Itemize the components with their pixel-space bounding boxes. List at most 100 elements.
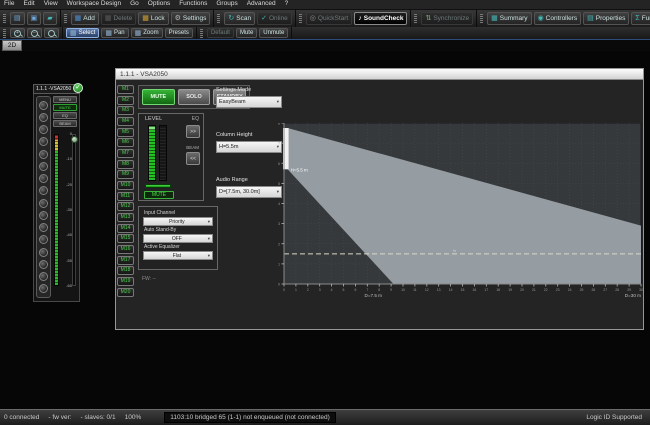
module-button-m19[interactable]: M19 bbox=[117, 277, 134, 286]
mute-button[interactable]: MUTE bbox=[142, 89, 175, 105]
level-mute-button[interactable]: MUTE bbox=[144, 191, 174, 199]
gain-fader-track[interactable] bbox=[72, 134, 76, 286]
zoom-in-button[interactable]: + bbox=[10, 28, 25, 38]
solo-button[interactable]: SOLO bbox=[178, 89, 211, 105]
module-button-m11[interactable]: M11 bbox=[117, 192, 134, 201]
device-window-titlebar[interactable]: 1.1.1 - VSA2050 bbox=[116, 69, 643, 80]
functions-button[interactable]: ΣFunctions bbox=[631, 12, 650, 25]
speaker-driver bbox=[39, 223, 48, 232]
toolbar-grip[interactable] bbox=[3, 29, 6, 38]
device-strip-title: 1.1.1 -VSA2050 bbox=[36, 86, 71, 92]
toolbar-grip[interactable] bbox=[299, 14, 302, 23]
beam-select-settings-mode[interactable]: EasyBeam▾ bbox=[216, 96, 282, 108]
toolbar-grip[interactable] bbox=[480, 14, 483, 23]
module-button-m18[interactable]: M18 bbox=[117, 266, 134, 275]
menu-item-workspace-design[interactable]: Workspace Design bbox=[67, 1, 121, 8]
module-button-m4[interactable]: M4 bbox=[117, 117, 134, 126]
menu-item-go[interactable]: Go bbox=[130, 1, 139, 8]
unmute-button[interactable]: Unmute bbox=[259, 28, 288, 38]
properties-button[interactable]: ▤Properties bbox=[583, 12, 629, 25]
add-button[interactable]: ▦Add bbox=[71, 12, 99, 25]
controllers-button[interactable]: ◉Controllers bbox=[534, 12, 582, 25]
chevron-down-icon: ▾ bbox=[208, 253, 210, 259]
speaker-driver bbox=[39, 125, 48, 134]
module-button-m17[interactable]: M17 bbox=[117, 256, 134, 265]
module-button-m12[interactable]: M12 bbox=[117, 202, 134, 211]
presets-button[interactable]: Presets bbox=[165, 28, 193, 38]
menu-item-options[interactable]: Options bbox=[148, 1, 170, 8]
output-level-meter bbox=[148, 125, 156, 181]
toolbar-grip[interactable] bbox=[414, 14, 417, 23]
toolbar-group-network: ↻Scan✓Online bbox=[214, 10, 295, 27]
toolbar-grip[interactable] bbox=[217, 14, 220, 23]
grid-delete-icon: ▦ bbox=[105, 15, 112, 22]
delete-button[interactable]: ▦Delete bbox=[101, 12, 136, 25]
module-button-m16[interactable]: M16 bbox=[117, 245, 134, 254]
module-button-m15[interactable]: M15 bbox=[117, 234, 134, 243]
toolbar-group-sync: ⇅Synchronize bbox=[411, 10, 477, 27]
toolbar-group-check: ◎QuickStart♪SoundCheck bbox=[296, 10, 412, 27]
module-button-m3[interactable]: M3 bbox=[117, 106, 134, 115]
soundcheck-icon: ♪ bbox=[358, 15, 362, 22]
select-button[interactable]: ▦Select bbox=[66, 28, 99, 38]
soundcheck-button[interactable]: ♪SoundCheck bbox=[354, 12, 407, 25]
synchronize-button[interactable]: ⇅Synchronize bbox=[421, 12, 473, 25]
module-button-m20[interactable]: M20 bbox=[117, 288, 134, 297]
status-logic-id: Logic ID Supported bbox=[586, 414, 646, 421]
pan-button[interactable]: ▦Pan bbox=[101, 28, 128, 38]
menu-item-functions[interactable]: Functions bbox=[179, 1, 207, 8]
module-button-m14[interactable]: M14 bbox=[117, 224, 134, 233]
scan-button[interactable]: ↻Scan bbox=[224, 12, 255, 25]
strip-eq-button[interactable]: EQ bbox=[53, 112, 77, 119]
strip-menu-button[interactable]: MENU bbox=[53, 96, 77, 103]
device-strip-header[interactable]: 1.1.1 -VSA2050 ✓ bbox=[33, 84, 80, 94]
menu-item-file[interactable]: File bbox=[4, 1, 14, 8]
chevron-down-icon: ▾ bbox=[208, 236, 210, 242]
module-button-m10[interactable]: M10 bbox=[117, 181, 134, 190]
zoom-out-button[interactable]: − bbox=[27, 28, 42, 38]
module-button-m8[interactable]: M8 bbox=[117, 160, 134, 169]
new-file-button[interactable]: ▤ bbox=[10, 12, 25, 25]
module-button-m6[interactable]: M6 bbox=[117, 138, 134, 147]
menu-item-advanced[interactable]: Advanced bbox=[247, 1, 276, 8]
toolbar-main: ▤▣▰▦Add▦Delete▦Lock⚙Settings↻Scan✓Online… bbox=[0, 10, 650, 27]
eq-label: EQ bbox=[192, 116, 199, 122]
strip-beam-button[interactable]: BEAM bbox=[53, 120, 77, 127]
lock-button[interactable]: ▦Lock bbox=[138, 12, 168, 25]
zoom-area-button[interactable] bbox=[44, 28, 59, 38]
toolbar-grip[interactable] bbox=[3, 14, 6, 23]
gain-fader-knob[interactable] bbox=[71, 136, 78, 143]
module-button-m5[interactable]: M5 bbox=[117, 128, 134, 137]
eq-open-button[interactable]: >> bbox=[186, 125, 200, 138]
module-button-m13[interactable]: M13 bbox=[117, 213, 134, 222]
menu-item-view[interactable]: View bbox=[44, 1, 58, 8]
module-button-m1[interactable]: M1 bbox=[117, 85, 134, 94]
channel-select-active-equalizer[interactable]: Flat▾ bbox=[143, 251, 213, 260]
channel-select-auto-stand-by[interactable]: OFF▾ bbox=[143, 234, 213, 243]
menu-item-[interactable]: ? bbox=[285, 1, 289, 8]
module-button-m9[interactable]: M9 bbox=[117, 170, 134, 179]
toolbar-grip[interactable] bbox=[64, 14, 67, 23]
svg-text:20: 20 bbox=[520, 288, 524, 292]
tab-2d[interactable]: 2D bbox=[2, 40, 22, 51]
menu-item-groups[interactable]: Groups bbox=[216, 1, 237, 8]
online-button[interactable]: ✓Online bbox=[257, 12, 292, 25]
meter-scale-label: -20 bbox=[61, 183, 72, 187]
speaker-driver bbox=[39, 211, 48, 220]
quickstart-button[interactable]: ◎QuickStart bbox=[306, 12, 352, 25]
summary-button[interactable]: ▦Summary bbox=[487, 12, 531, 25]
toolbar-grip[interactable] bbox=[200, 29, 203, 38]
zoom-button[interactable]: ▦Zoom bbox=[131, 28, 163, 38]
beam-open-button[interactable]: << bbox=[186, 152, 200, 165]
svg-text:19: 19 bbox=[508, 288, 512, 292]
default-button[interactable]: Default bbox=[207, 28, 234, 38]
module-button-m2[interactable]: M2 bbox=[117, 96, 134, 105]
open-button[interactable]: ▰ bbox=[43, 12, 56, 25]
menu-item-edit[interactable]: Edit bbox=[23, 1, 34, 8]
strip-mute-button[interactable]: MUTE bbox=[53, 104, 77, 111]
settings-button[interactable]: ⚙Settings bbox=[171, 12, 211, 25]
mute-button[interactable]: Mute bbox=[236, 28, 257, 38]
save-button[interactable]: ▣ bbox=[27, 12, 42, 25]
module-button-m7[interactable]: M7 bbox=[117, 149, 134, 158]
channel-select-input-channel[interactable]: Priority▾ bbox=[143, 217, 213, 226]
